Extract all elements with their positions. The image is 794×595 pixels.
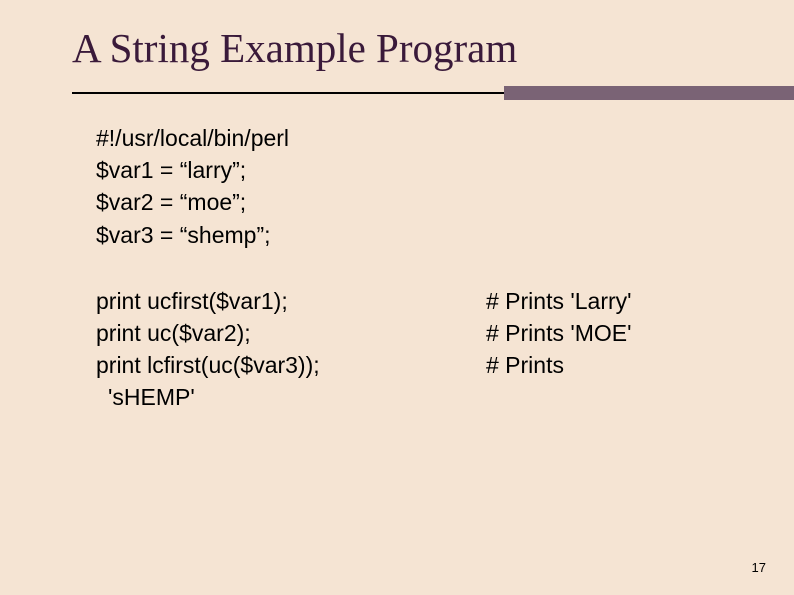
code-comment: # Prints 'Larry' (486, 285, 734, 317)
slide-title: A String Example Program (72, 24, 734, 72)
separator-accent-bar (504, 86, 794, 100)
code-line: #!/usr/local/bin/perl (96, 122, 734, 154)
code-comment: # Prints 'MOE' (486, 317, 734, 349)
code-line-continuation: 'sHEMP' (96, 381, 486, 413)
code-line: print lcfirst(uc($var3)); (96, 349, 486, 381)
code-block-initialization: #!/usr/local/bin/perl $var1 = “larry”; $… (72, 122, 734, 251)
code-comment: # Prints (486, 349, 734, 381)
code-line: $var3 = “shemp”; (96, 219, 734, 251)
page-number: 17 (752, 560, 766, 575)
slide: A String Example Program #!/usr/local/bi… (0, 0, 794, 595)
slide-content: #!/usr/local/bin/perl $var1 = “larry”; $… (72, 122, 734, 414)
code-block-prints: print ucfirst($var1); # Prints 'Larry' p… (72, 285, 734, 414)
code-line: print ucfirst($var1); (96, 285, 486, 317)
code-line: $var1 = “larry”; (96, 154, 734, 186)
title-separator (72, 84, 734, 104)
code-line: $var2 = “moe”; (96, 186, 734, 218)
code-line: print uc($var2); (96, 317, 486, 349)
